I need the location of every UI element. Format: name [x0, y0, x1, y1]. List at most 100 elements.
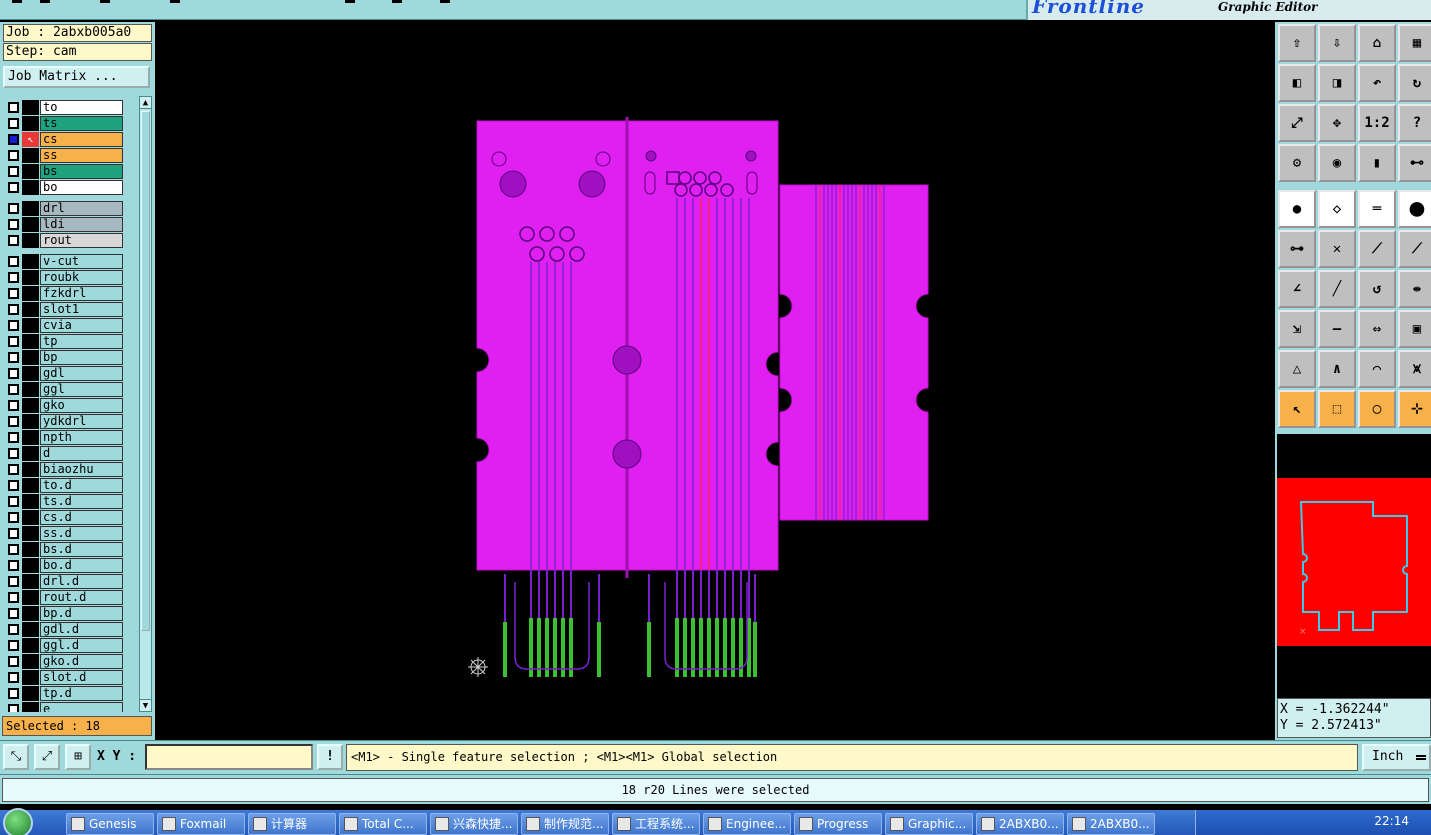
layer-name[interactable]: ss.d [40, 526, 123, 541]
layer-row-v-cut[interactable]: v-cut [3, 254, 123, 269]
line-pad-icon[interactable]: ⟋ [1358, 230, 1396, 268]
affected-toggle[interactable] [22, 558, 39, 573]
arch-line-icon[interactable]: ⩙ [1398, 350, 1431, 388]
layer-checkbox[interactable] [8, 304, 19, 315]
layer-name[interactable]: bo [40, 180, 123, 195]
layer-name[interactable]: cs.d [40, 510, 123, 525]
layer-checkbox[interactable] [8, 688, 19, 699]
layer-row-ss-d[interactable]: ss.d [3, 526, 123, 541]
affected-toggle[interactable] [22, 414, 39, 429]
layer-row-gko-d[interactable]: gko.d [3, 654, 123, 669]
layer-name[interactable]: drl [40, 201, 123, 216]
layer-checkbox[interactable] [8, 235, 19, 246]
layer-row-tp-d[interactable]: tp.d [3, 686, 123, 701]
affected-toggle[interactable] [22, 478, 39, 493]
taskbar-item[interactable]: 2ABXB0... [1067, 813, 1155, 835]
layer-checkbox[interactable] [8, 464, 19, 475]
menu-item-stub[interactable] [12, 0, 22, 3]
affected-toggle[interactable] [22, 622, 39, 637]
layer-checkbox[interactable] [8, 102, 19, 113]
layer-row-drl-d[interactable]: drl.d [3, 574, 123, 589]
affected-toggle[interactable] [22, 366, 39, 381]
pan-right-icon[interactable]: ◨ [1318, 64, 1356, 102]
one-to-two-icon[interactable]: 1:2 [1358, 104, 1396, 142]
layer-row-slot1[interactable]: slot1 [3, 302, 123, 317]
layer-checkbox[interactable] [8, 256, 19, 267]
board-preview[interactable]: × [1277, 434, 1431, 698]
zoom-back-icon[interactable]: ↶ [1358, 64, 1396, 102]
affected-toggle[interactable] [22, 574, 39, 589]
taskbar-item[interactable]: 2ABXB0... [976, 813, 1064, 835]
layer-row-slot-d[interactable]: slot.d [3, 670, 123, 685]
layer-checkbox[interactable] [8, 203, 19, 214]
triangle-icon[interactable]: △ [1278, 350, 1316, 388]
affected-toggle[interactable] [22, 201, 39, 216]
layer-row-ss[interactable]: ss [3, 148, 123, 163]
affected-toggle[interactable] [22, 654, 39, 669]
layer-row-d[interactable]: d [3, 446, 123, 461]
layer-checkbox[interactable] [8, 608, 19, 619]
layer-row-fzkdrl[interactable]: fzkdrl [3, 286, 123, 301]
layer-name[interactable]: slot1 [40, 302, 123, 317]
affected-toggle[interactable] [22, 334, 39, 349]
affected-toggle[interactable] [22, 318, 39, 333]
scroll-down-icon[interactable]: ▼ [140, 699, 151, 711]
menu-item-stub[interactable] [100, 0, 110, 3]
taskbar-item[interactable]: Foxmail [157, 813, 245, 835]
layer-name[interactable]: biaozhu [40, 462, 123, 477]
layer-name[interactable]: e [40, 702, 123, 712]
layer-checkbox[interactable] [8, 560, 19, 571]
pad-move-icon[interactable]: ⇲ [1278, 310, 1316, 348]
layer-checkbox[interactable] [8, 368, 19, 379]
angle-icon[interactable]: ∠ [1278, 270, 1316, 308]
select-net-icon[interactable]: ⊹ [1398, 390, 1431, 428]
add-shape-icon[interactable]: ◇ [1318, 190, 1356, 228]
layer-name[interactable]: slot.d [40, 670, 123, 685]
layer-name[interactable]: bp.d [40, 606, 123, 621]
layer-checkbox[interactable] [8, 416, 19, 427]
affected-toggle[interactable] [22, 270, 39, 285]
menu-item-stub[interactable] [345, 0, 355, 3]
layer-checkbox[interactable] [8, 448, 19, 459]
layer-checkbox[interactable] [8, 400, 19, 411]
zoom-in-icon[interactable]: ⤡ [3, 744, 29, 770]
measure-icon[interactable]: ═ [1358, 190, 1396, 228]
layer-checkbox[interactable] [8, 384, 19, 395]
layer-name[interactable]: fzkdrl [40, 286, 123, 301]
layer-name[interactable]: bs.d [40, 542, 123, 557]
layer-row-rout[interactable]: rout [3, 233, 123, 248]
layer-checkbox[interactable] [8, 320, 19, 331]
layer-row-bo-d[interactable]: bo.d [3, 558, 123, 573]
layer-checkbox[interactable] [8, 182, 19, 193]
line-end-icon[interactable]: ⟋ [1398, 230, 1431, 268]
grid-icon[interactable]: ⊞ [65, 744, 91, 770]
redraw-icon[interactable]: ↻ [1398, 64, 1431, 102]
layer-name[interactable]: tp.d [40, 686, 123, 701]
affected-toggle[interactable] [22, 670, 39, 685]
layer-name[interactable]: bs [40, 164, 123, 179]
select-arrow-icon[interactable]: ↖ [1278, 390, 1316, 428]
layer-name[interactable]: npth [40, 430, 123, 445]
layer-row-ldi[interactable]: ldi [3, 217, 123, 232]
layer-scrollbar[interactable]: ▲ ▼ [139, 96, 152, 712]
layer-name[interactable]: v-cut [40, 254, 123, 269]
xy-input[interactable] [145, 744, 313, 770]
layer-name[interactable]: gko.d [40, 654, 123, 669]
layer-name[interactable]: cs [40, 132, 123, 147]
layer-row-bp-d[interactable]: bp.d [3, 606, 123, 621]
layer-name[interactable]: gdl [40, 366, 123, 381]
layer-checkbox[interactable] [8, 480, 19, 491]
layer-checkbox[interactable] [8, 544, 19, 555]
affected-toggle[interactable] [22, 382, 39, 397]
scroll-up-icon[interactable]: ▲ [140, 97, 151, 109]
affected-toggle[interactable] [22, 510, 39, 525]
layer-name[interactable]: rout [40, 233, 123, 248]
select-circle-icon[interactable]: ◯ [1358, 390, 1396, 428]
layer-row-gdl[interactable]: gdl [3, 366, 123, 381]
layer-row-ts[interactable]: ts [3, 116, 123, 131]
layer-row-roubk[interactable]: roubk [3, 270, 123, 285]
clipboard-down-icon[interactable]: ⇩ [1318, 24, 1356, 62]
affected-toggle[interactable] [22, 217, 39, 232]
affected-toggle[interactable] [22, 398, 39, 413]
zoom-out-icon[interactable]: ⤢ [34, 744, 60, 770]
